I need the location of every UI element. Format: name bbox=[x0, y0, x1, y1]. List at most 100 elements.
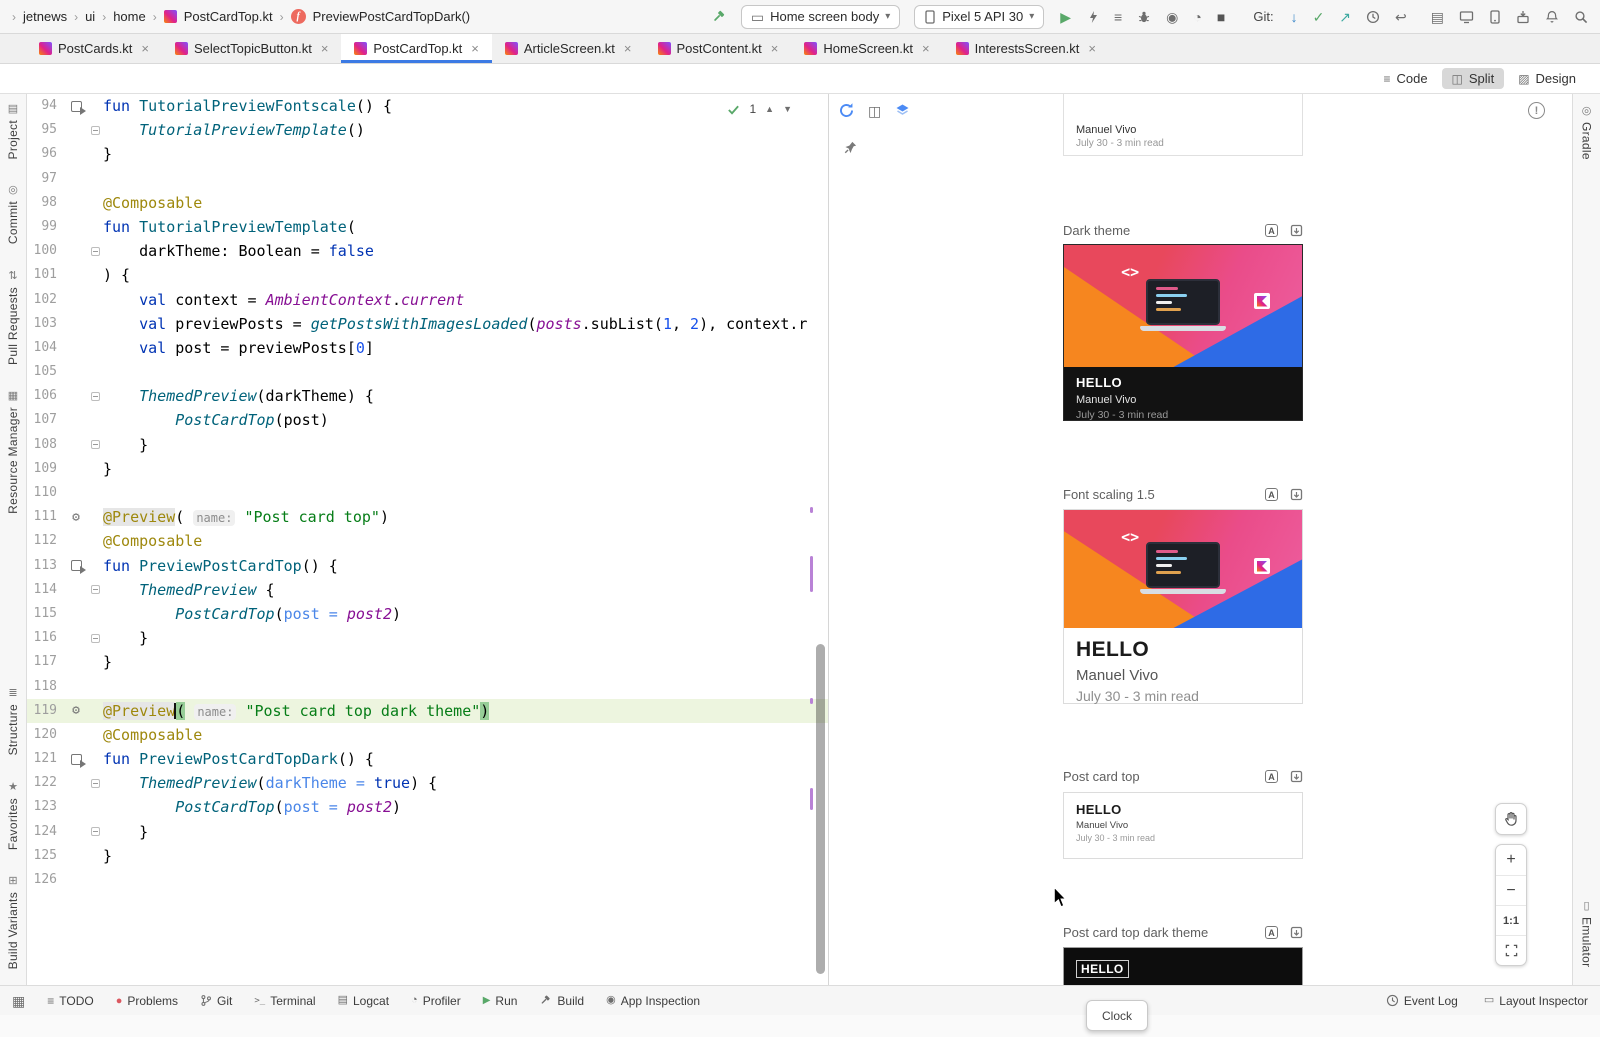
code-text[interactable]: val post = previewPosts[0] bbox=[103, 336, 828, 360]
line-number[interactable]: 123 bbox=[27, 795, 65, 819]
inspection-widget[interactable]: 1 ▲ ▼ bbox=[723, 101, 796, 117]
pan-tool-button[interactable] bbox=[1495, 803, 1527, 835]
code-text[interactable]: fun TutorialPreviewTemplate( bbox=[103, 215, 828, 239]
code-text[interactable]: PostCardTop(post = post2) bbox=[103, 602, 828, 626]
code-line-119[interactable]: 119⚙@Preview( name: "Post card top dark … bbox=[27, 699, 828, 723]
run-button[interactable]: ▶ bbox=[1060, 10, 1071, 24]
preview-name[interactable]: Font scaling 1.5 bbox=[1063, 487, 1155, 502]
statusbar-terminal[interactable]: >_ Terminal bbox=[254, 994, 315, 1008]
line-number[interactable]: 94 bbox=[27, 94, 65, 118]
code-line-123[interactable]: 123 PostCardTop(post = post2) bbox=[27, 795, 828, 819]
code-line-114[interactable]: 114 ThemedPreview { bbox=[27, 578, 828, 602]
attach-debugger-icon[interactable]: ◉ bbox=[1166, 10, 1178, 24]
running-devices-icon[interactable] bbox=[1459, 10, 1474, 24]
deploy-preview-icon[interactable]: A bbox=[1265, 488, 1278, 501]
close-tab-icon[interactable]: × bbox=[771, 41, 779, 56]
code-text[interactable]: ThemedPreview(darkTheme) { bbox=[103, 384, 828, 408]
line-number[interactable]: 124 bbox=[27, 820, 65, 844]
tab-postcardtop[interactable]: PostCardTop.kt × bbox=[341, 34, 491, 63]
line-number[interactable]: 111 bbox=[27, 505, 65, 529]
line-number[interactable]: 96 bbox=[27, 142, 65, 166]
line-number[interactable]: 114 bbox=[27, 578, 65, 602]
fold-marker-icon[interactable] bbox=[91, 634, 100, 643]
next-problem-icon[interactable]: ▼ bbox=[783, 104, 792, 114]
code-line-96[interactable]: 96} bbox=[27, 142, 828, 166]
tool-window-resource-manager[interactable]: ▦ Resource Manager bbox=[6, 391, 20, 514]
deploy-preview-icon[interactable]: A bbox=[1265, 926, 1278, 939]
run-preview-icon[interactable] bbox=[71, 560, 82, 571]
fold-marker-icon[interactable] bbox=[91, 827, 100, 836]
device-dropdown[interactable]: Pixel 5 API 30 ▾ bbox=[914, 5, 1044, 29]
code-line-100[interactable]: 100 darkTheme: Boolean = false bbox=[27, 239, 828, 263]
preview-card-dark-theme[interactable]: <> HELLO Manuel Vivo July 30 - 3 min rea… bbox=[1063, 244, 1303, 421]
code-line-95[interactable]: 95 TutorialPreviewTemplate() bbox=[27, 118, 828, 142]
code-line-115[interactable]: 115 PostCardTop(post = post2) bbox=[27, 602, 828, 626]
code-line-102[interactable]: 102 val context = AmbientContext.current bbox=[27, 288, 828, 312]
code-line-104[interactable]: 104 val post = previewPosts[0] bbox=[27, 336, 828, 360]
build-hammer-icon[interactable] bbox=[711, 9, 727, 25]
breadcrumb-function[interactable]: PreviewPostCardTopDark() bbox=[313, 9, 471, 24]
pin-icon[interactable] bbox=[843, 140, 858, 155]
code-line-111[interactable]: 111 ⚙ @Preview( name: "Post card top") bbox=[27, 505, 828, 529]
code-line-124[interactable]: 124 } bbox=[27, 820, 828, 844]
line-number[interactable]: 126 bbox=[27, 868, 65, 892]
line-number[interactable]: 107 bbox=[27, 408, 65, 432]
code-text[interactable]: } bbox=[103, 650, 828, 674]
close-tab-icon[interactable]: × bbox=[922, 41, 930, 56]
code-text[interactable]: PostCardTop(post) bbox=[103, 408, 828, 432]
fold-marker-icon[interactable] bbox=[91, 126, 100, 135]
preview-settings-gear-icon[interactable]: ⚙ bbox=[72, 704, 80, 717]
tool-window-structure[interactable]: ≣ Structure bbox=[6, 688, 20, 755]
tab-postcontent[interactable]: PostContent.kt × bbox=[645, 34, 792, 63]
code-line-118[interactable]: 118 bbox=[27, 675, 828, 699]
run-log-icon[interactable]: ≡ bbox=[1114, 10, 1122, 24]
refresh-preview-icon[interactable] bbox=[838, 102, 855, 119]
code-line-120[interactable]: 120@Composable bbox=[27, 723, 828, 747]
code-text[interactable]: } bbox=[103, 457, 828, 481]
code-line-99[interactable]: 99fun TutorialPreviewTemplate( bbox=[27, 215, 828, 239]
close-tab-icon[interactable]: × bbox=[471, 41, 479, 56]
device-manager-icon[interactable] bbox=[1489, 10, 1501, 24]
git-commit-icon[interactable]: ✓ bbox=[1313, 10, 1325, 24]
code-text[interactable]: val previewPosts = getPostsWithImagesLoa… bbox=[103, 312, 828, 336]
deploy-preview-icon[interactable]: A bbox=[1265, 224, 1278, 237]
breadcrumb-ui[interactable]: ui bbox=[85, 9, 95, 24]
sdk-manager-icon[interactable] bbox=[1516, 10, 1530, 24]
preview-card-font-scaling[interactable]: <> HELLO Manuel Vivo July 30 - 3 min rea… bbox=[1063, 509, 1303, 704]
close-tab-icon[interactable]: × bbox=[141, 41, 149, 56]
code-text[interactable]: @Preview( name: "Post card top") bbox=[103, 505, 828, 529]
line-number[interactable]: 97 bbox=[27, 167, 65, 191]
line-number[interactable]: 102 bbox=[27, 288, 65, 312]
code-line-106[interactable]: 106 ThemedPreview(darkTheme) { bbox=[27, 384, 828, 408]
code-text[interactable]: @Preview( name: "Post card top dark them… bbox=[103, 699, 828, 723]
code-line-97[interactable]: 97 bbox=[27, 167, 828, 191]
code-text[interactable] bbox=[103, 167, 828, 191]
code-line-110[interactable]: 110 bbox=[27, 481, 828, 505]
line-number[interactable]: 101 bbox=[27, 263, 65, 287]
tool-window-gradle[interactable]: ◎ Gradle bbox=[1580, 106, 1594, 160]
new-window-icon[interactable] bbox=[1290, 926, 1303, 939]
code-text[interactable]: TutorialPreviewTemplate() bbox=[103, 118, 828, 142]
line-number[interactable]: 98 bbox=[27, 191, 65, 215]
run-preview-icon[interactable] bbox=[71, 101, 82, 112]
statusbar-event-log[interactable]: Event Log bbox=[1386, 994, 1458, 1008]
view-mode-design[interactable]: ▨ Design bbox=[1508, 68, 1586, 89]
preview-card-post-card-top-dark[interactable]: HELLO Manuel Vivo bbox=[1063, 947, 1303, 985]
history-icon[interactable] bbox=[1366, 10, 1380, 24]
fold-marker-icon[interactable] bbox=[91, 440, 100, 449]
code-text[interactable]: PostCardTop(post = post2) bbox=[103, 795, 828, 819]
breadcrumb-project[interactable]: jetnews bbox=[23, 9, 67, 24]
preview-settings-gear-icon[interactable]: ⚙ bbox=[72, 511, 80, 524]
close-tab-icon[interactable]: × bbox=[1088, 41, 1096, 56]
code-text[interactable]: fun PreviewPostCardTop() { bbox=[103, 554, 828, 578]
code-line-94[interactable]: 94fun TutorialPreviewFontscale() { bbox=[27, 94, 828, 118]
statusbar-problems[interactable]: ● Problems bbox=[116, 994, 178, 1008]
statusbar-todo[interactable]: ≡ TODO bbox=[47, 994, 93, 1008]
new-window-icon[interactable] bbox=[1290, 488, 1303, 501]
line-number[interactable]: 116 bbox=[27, 626, 65, 650]
preview-name[interactable]: Post card top bbox=[1063, 769, 1140, 784]
tab-homescreen[interactable]: HomeScreen.kt × bbox=[791, 34, 942, 63]
code-text[interactable] bbox=[103, 868, 828, 892]
tab-selecttopicbutton[interactable]: SelectTopicButton.kt × bbox=[162, 34, 341, 63]
code-line-108[interactable]: 108 } bbox=[27, 433, 828, 457]
